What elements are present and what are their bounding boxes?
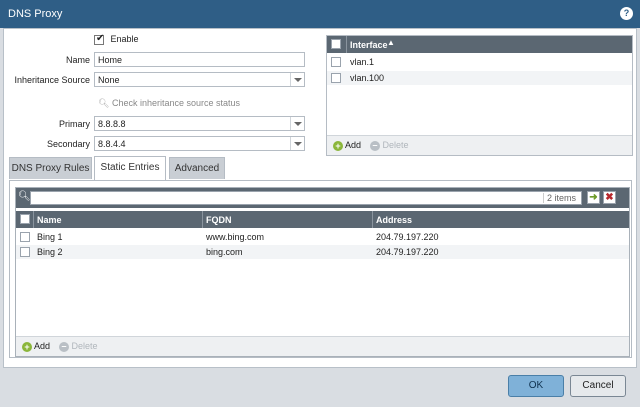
table-row[interactable]: vlan.1 <box>327 55 632 69</box>
plus-icon: + <box>22 341 32 352</box>
cancel-button[interactable]: Cancel <box>570 375 626 397</box>
chevron-down-icon[interactable] <box>290 137 304 150</box>
add-label: Add <box>345 140 362 150</box>
column-divider <box>33 211 34 228</box>
help-icon[interactable]: ? <box>620 7 633 20</box>
entry-name: Bing 2 <box>37 247 63 257</box>
search-icon: 🔍︎ <box>18 191 31 202</box>
ok-button[interactable]: OK <box>508 375 564 397</box>
entry-fqdn: bing.com <box>206 247 243 257</box>
check-inheritance-label: Check inheritance source status <box>111 98 241 108</box>
check-inheritance-link[interactable]: 🔍︎ Check inheritance source status <box>98 98 240 109</box>
dialog-title: DNS Proxy <box>8 8 63 20</box>
column-divider <box>346 36 347 53</box>
column-header-address[interactable]: Address <box>376 215 412 225</box>
magnifier-icon: 🔍︎ <box>98 98 110 108</box>
tab-static-entries[interactable]: Static Entries <box>94 156 166 180</box>
interface-toolbar: + Add – Delete <box>327 135 632 155</box>
column-divider <box>372 211 373 228</box>
interface-grid-header: Interface ▲ <box>327 36 632 53</box>
tab-dns-proxy-rules[interactable]: DNS Proxy Rules <box>9 157 92 179</box>
sort-asc-icon[interactable]: ▲ <box>387 38 395 47</box>
static-grid-header: Name FQDN Address <box>16 211 629 228</box>
apply-filter-icon[interactable]: ➜ <box>587 191 600 204</box>
title-bar: DNS Proxy ? <box>0 0 640 28</box>
chevron-down-icon[interactable] <box>290 117 304 130</box>
entry-fqdn: www.bing.com <box>206 232 265 242</box>
inheritance-label: Inheritance Source <box>14 75 90 85</box>
row-checkbox[interactable] <box>331 73 341 83</box>
entry-address: 204.79.197.220 <box>376 232 439 242</box>
primary-value: 8.8.8.8 <box>98 119 126 129</box>
interface-delete-button[interactable]: – Delete <box>370 140 409 151</box>
minus-icon: – <box>59 341 69 352</box>
secondary-value: 8.8.4.4 <box>98 139 126 149</box>
interface-add-button[interactable]: + Add <box>333 140 361 151</box>
static-entries-toolbar: + Add – Delete <box>16 336 629 356</box>
name-label: Name <box>65 55 90 65</box>
secondary-label: Secondary <box>46 139 90 149</box>
add-label: Add <box>34 341 51 351</box>
select-all-checkbox[interactable] <box>331 39 341 49</box>
check-icon: ✔ <box>96 32 105 44</box>
row-checkbox[interactable] <box>331 57 341 67</box>
interface-column-header[interactable]: Interface <box>350 40 388 50</box>
static-entries-grid: 🔍︎ 2 items ➜ ✖ Name FQDN Address Bing 1 … <box>15 187 630 357</box>
items-count: 2 items <box>542 193 579 203</box>
table-row[interactable]: Bing 2 bing.com 204.79.197.220 <box>16 245 629 259</box>
inheritance-value: None <box>98 75 120 85</box>
enable-label: Enable <box>110 34 139 44</box>
clear-filter-icon[interactable]: ✖ <box>603 191 616 204</box>
column-divider <box>202 211 203 228</box>
interface-name: vlan.100 <box>350 73 385 83</box>
entry-name: Bing 1 <box>37 232 63 242</box>
delete-label: Delete <box>382 140 409 150</box>
enable-row: ✔ Enable <box>94 32 139 45</box>
select-all-checkbox[interactable] <box>20 214 30 224</box>
plus-icon: + <box>333 140 343 151</box>
primary-label: Primary <box>59 119 90 129</box>
delete-label: Delete <box>71 341 98 351</box>
tab-advanced[interactable]: Advanced <box>169 157 225 179</box>
table-row[interactable]: vlan.100 <box>327 71 632 85</box>
static-delete-button[interactable]: – Delete <box>59 341 98 352</box>
interface-grid: Interface ▲ vlan.1 vlan.100 + Add – Dele… <box>326 35 633 156</box>
interface-name: vlan.1 <box>350 57 375 67</box>
column-header-name[interactable]: Name <box>37 215 62 225</box>
row-checkbox[interactable] <box>20 247 30 257</box>
static-add-button[interactable]: + Add <box>22 341 50 352</box>
search-bar: 🔍︎ 2 items ➜ ✖ <box>16 188 629 208</box>
entry-address: 204.79.197.220 <box>376 247 439 257</box>
secondary-select[interactable]: 8.8.4.4 <box>94 136 305 151</box>
name-field[interactable]: Home <box>94 52 305 67</box>
table-row[interactable]: Bing 1 www.bing.com 204.79.197.220 <box>16 230 629 244</box>
enable-checkbox[interactable]: ✔ <box>94 32 105 45</box>
static-entries-panel: 🔍︎ 2 items ➜ ✖ Name FQDN Address Bing 1 … <box>9 180 632 358</box>
primary-select[interactable]: 8.8.8.8 <box>94 116 305 131</box>
column-header-fqdn[interactable]: FQDN <box>206 215 232 225</box>
chevron-down-icon[interactable] <box>290 73 304 86</box>
minus-icon: – <box>370 140 380 151</box>
inheritance-select[interactable]: None <box>94 72 305 87</box>
search-input[interactable]: 2 items <box>30 191 582 205</box>
row-checkbox[interactable] <box>20 232 30 242</box>
